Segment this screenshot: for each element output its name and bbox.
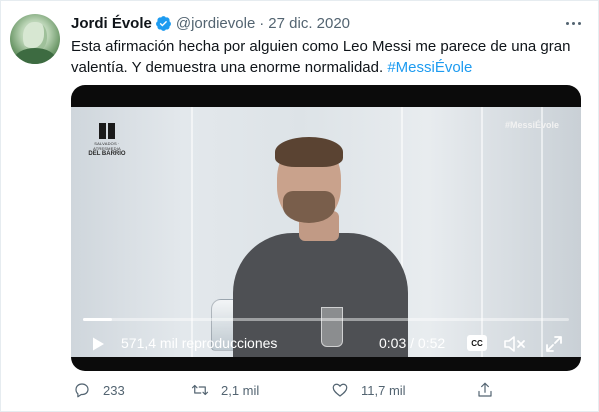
tweet-header: Jordi Évole @jordievole · 27 dic. 2020 [71, 13, 350, 33]
video-time: 0:03 / 0:52 [379, 335, 446, 351]
like-button[interactable]: 11,7 mil [331, 379, 406, 401]
video-player[interactable]: SALVADOS · ATRESMEDIA DEL BARRIO #MessiÉ… [71, 85, 581, 371]
tweet-actions: 233 2,1 mil 11,7 mil [71, 379, 581, 401]
reply-button[interactable]: 233 [73, 379, 125, 401]
retweet-icon [191, 384, 209, 396]
verified-badge-icon [155, 15, 171, 31]
like-icon [332, 383, 348, 397]
channel-logo-big-text: DEL BARRIO [88, 151, 126, 157]
header-separator: · [259, 14, 265, 32]
tweet-date[interactable]: 27 dic. 2020 [268, 15, 350, 32]
share-icon [478, 382, 492, 397]
video-overlay-hashtag: #MessiÉvole [505, 120, 560, 130]
avatar[interactable] [10, 14, 60, 64]
retweet-count: 2,1 mil [221, 382, 260, 398]
tweet-text-line-1: Esta afirmación hecha por alguien como L… [71, 38, 571, 55]
author-name[interactable]: Jordi Évole [71, 15, 152, 32]
tweet-text: Esta afirmación hecha por alguien como L… [71, 36, 581, 78]
tweet-card: Jordi Évole @jordievole · 27 dic. 2020 E… [0, 0, 599, 412]
like-count: 11,7 mil [361, 382, 406, 398]
channel-logo: SALVADOS · ATRESMEDIA DEL BARRIO [85, 123, 129, 158]
author-handle[interactable]: @jordievole [176, 15, 255, 32]
mute-icon[interactable] [503, 334, 527, 354]
play-icon[interactable] [90, 336, 106, 352]
video-controls: 571,4 mil reproducciones 0:03 / 0:52 CC [71, 331, 581, 355]
video-person-hair [275, 137, 343, 167]
video-progress-fill [83, 318, 113, 321]
view-count: 571,4 mil reproducciones [121, 335, 278, 351]
video-progress-bar[interactable] [83, 318, 569, 321]
tweet-text-line-2-body: valentía. Y demuestra una enorme normali… [71, 59, 388, 76]
cc-icon[interactable]: CC [467, 335, 487, 351]
video-person-beard [283, 191, 335, 223]
reply-icon [75, 383, 89, 398]
more-icon[interactable] [561, 13, 585, 33]
tweet-text-line-2: valentía. Y demuestra una enorme normali… [71, 57, 581, 78]
avatar-shoulders [14, 48, 56, 64]
expand-icon[interactable] [544, 334, 564, 354]
hashtag-link[interactable]: #MessiÉvole [387, 59, 472, 76]
reply-count: 233 [103, 382, 125, 398]
retweet-button[interactable]: 2,1 mil [191, 379, 259, 401]
channel-logo-small-text: SALVADOS · ATRESMEDIA [93, 141, 121, 151]
share-button[interactable] [476, 379, 506, 401]
channel-logo-mark [99, 123, 115, 139]
